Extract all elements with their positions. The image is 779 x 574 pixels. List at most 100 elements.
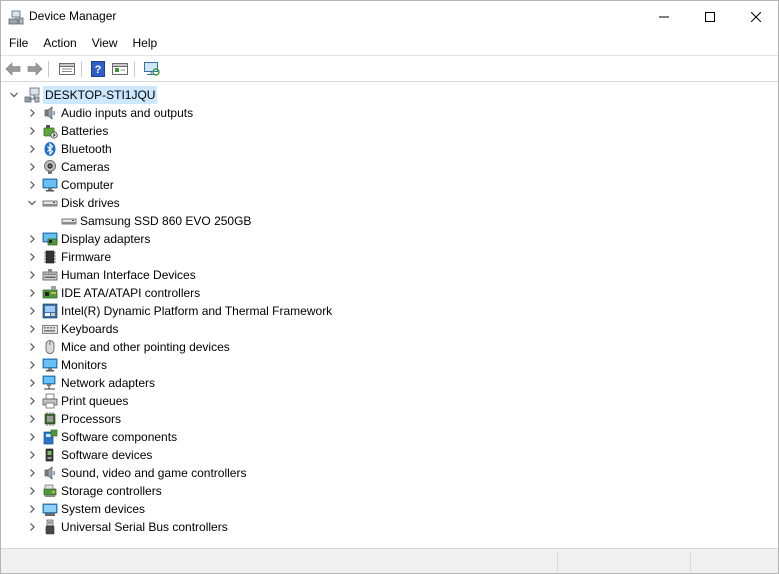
tree-item-label: System devices [61, 502, 146, 516]
tree-item-category[interactable]: Intel(R) Dynamic Platform and Thermal Fr… [2, 302, 778, 320]
tree-item-label: Display adapters [61, 232, 151, 246]
tree-item-category[interactable]: Software components [2, 428, 778, 446]
tree-item-label: Intel(R) Dynamic Platform and Thermal Fr… [61, 304, 333, 318]
chevron-right-icon[interactable] [26, 449, 38, 461]
tree-item-category[interactable]: Processors [2, 410, 778, 428]
menu-help[interactable]: Help [126, 32, 165, 54]
tree-item-label: Network adapters [61, 376, 156, 390]
tree-item-label: Human Interface Devices [61, 268, 196, 282]
keyboard-icon [42, 325, 58, 334]
chevron-right-icon[interactable] [26, 413, 38, 425]
chevron-right-icon[interactable] [26, 467, 38, 479]
tree-item-category[interactable]: Network adapters [2, 374, 778, 392]
tree-item-category[interactable]: Firmware [2, 248, 778, 266]
toolbar-separator [48, 61, 49, 77]
help-icon: ? [91, 61, 105, 77]
tree-item-category[interactable]: Print queues [2, 392, 778, 410]
tree-item-category[interactable]: Storage controllers [2, 482, 778, 500]
chevron-right-icon[interactable] [26, 107, 38, 119]
tree-item-category[interactable]: Audio inputs and outputs [2, 104, 778, 122]
tree-item-label: Bluetooth [61, 142, 112, 156]
tree-item-category[interactable]: Disk drives [2, 194, 778, 212]
tree-item-category[interactable]: Monitors [2, 356, 778, 374]
camera-icon [44, 160, 56, 174]
tree-item-category[interactable]: Software devices [2, 446, 778, 464]
device-tree[interactable]: DESKTOP-STI1JQU Audio inputs and outputs B… [1, 83, 778, 547]
disk-drive-icon [42, 200, 58, 207]
system-devices-icon [42, 503, 58, 516]
tree-item-device[interactable]: Samsung SSD 860 EVO 250GB [2, 212, 778, 230]
root-node-label: DESKTOP-STI1JQU [43, 86, 158, 104]
chevron-right-icon[interactable] [26, 503, 38, 515]
chevron-down-icon[interactable] [8, 89, 20, 101]
tree-item-category[interactable]: Universal Serial Bus controllers [2, 518, 778, 536]
close-button[interactable] [733, 1, 779, 32]
tree-item-label: Computer [61, 178, 114, 192]
tree-item-category[interactable]: Computer [2, 176, 778, 194]
chevron-right-icon[interactable] [26, 305, 38, 317]
tree-item-label: Sound, video and game controllers [61, 466, 247, 480]
forward-button[interactable] [25, 60, 45, 78]
chevron-right-icon[interactable] [26, 521, 38, 533]
status-bar [1, 548, 778, 573]
update-driver-button[interactable] [110, 60, 130, 78]
tree-item-category[interactable]: Bluetooth [2, 140, 778, 158]
chevron-right-icon[interactable] [26, 431, 38, 443]
toolbar: ? [1, 55, 778, 82]
tree-root-computer[interactable]: DESKTOP-STI1JQU [2, 86, 778, 104]
chevron-right-icon[interactable] [26, 143, 38, 155]
hid-icon [42, 269, 58, 281]
menu-action[interactable]: Action [36, 32, 83, 54]
tree-item-label: Batteries [61, 124, 109, 138]
chevron-right-icon[interactable] [26, 179, 38, 191]
speaker-icon [44, 466, 55, 480]
update-driver-icon [112, 63, 128, 75]
minimize-button[interactable] [641, 1, 687, 32]
chevron-right-icon[interactable] [26, 233, 38, 245]
back-button[interactable] [3, 60, 23, 78]
minimize-icon [659, 16, 669, 17]
help-button[interactable]: ? [88, 60, 108, 78]
tree-item-label: Processors [61, 412, 122, 426]
properties-button[interactable] [57, 60, 77, 78]
chevron-right-icon[interactable] [26, 161, 38, 173]
tree-item-label: Audio inputs and outputs [61, 106, 194, 120]
tree-item-label: Samsung SSD 860 EVO 250GB [80, 214, 252, 228]
tree-item-label: Monitors [61, 358, 108, 372]
tree-item-category[interactable]: Display adapters [2, 230, 778, 248]
menu-view[interactable]: View [85, 32, 125, 54]
tree-item-label: Universal Serial Bus controllers [61, 520, 228, 534]
tree-item-label: Storage controllers [61, 484, 162, 498]
chip-icon [44, 250, 56, 264]
chevron-right-icon[interactable] [26, 251, 38, 263]
tree-item-category[interactable]: Human Interface Devices [2, 266, 778, 284]
device-manager-icon [8, 10, 24, 25]
chevron-right-icon[interactable] [26, 359, 38, 371]
tree-item-category[interactable]: System devices [2, 500, 778, 518]
properties-icon [59, 63, 75, 75]
tree-item-category[interactable]: Keyboards [2, 320, 778, 338]
scan-hardware-button[interactable] [142, 60, 162, 78]
chevron-right-icon[interactable] [26, 341, 38, 353]
chevron-right-icon[interactable] [26, 377, 38, 389]
menu-bar: File Action View Help [1, 32, 778, 54]
chevron-right-icon[interactable] [26, 395, 38, 407]
platform-icon [42, 303, 58, 319]
chevron-right-icon[interactable] [26, 323, 38, 335]
svg-text:?: ? [95, 64, 102, 76]
tree-item-label: Firmware [61, 250, 111, 264]
chevron-down-icon[interactable] [26, 197, 38, 209]
tree-item-category[interactable]: Sound, video and game controllers [2, 464, 778, 482]
chevron-right-icon[interactable] [26, 125, 38, 137]
tree-item-category[interactable]: IDE ATA/ATAPI controllers [2, 284, 778, 302]
maximize-button[interactable] [687, 1, 733, 32]
chevron-right-icon[interactable] [26, 485, 38, 497]
chevron-right-icon[interactable] [26, 287, 38, 299]
chevron-right-icon[interactable] [26, 269, 38, 281]
tree-item-category[interactable]: Mice and other pointing devices [2, 338, 778, 356]
software-component-icon [43, 429, 58, 445]
network-adapter-icon [42, 375, 56, 390]
tree-item-category[interactable]: Cameras [2, 158, 778, 176]
menu-file[interactable]: File [2, 32, 35, 54]
tree-item-category[interactable]: Batteries [2, 122, 778, 140]
